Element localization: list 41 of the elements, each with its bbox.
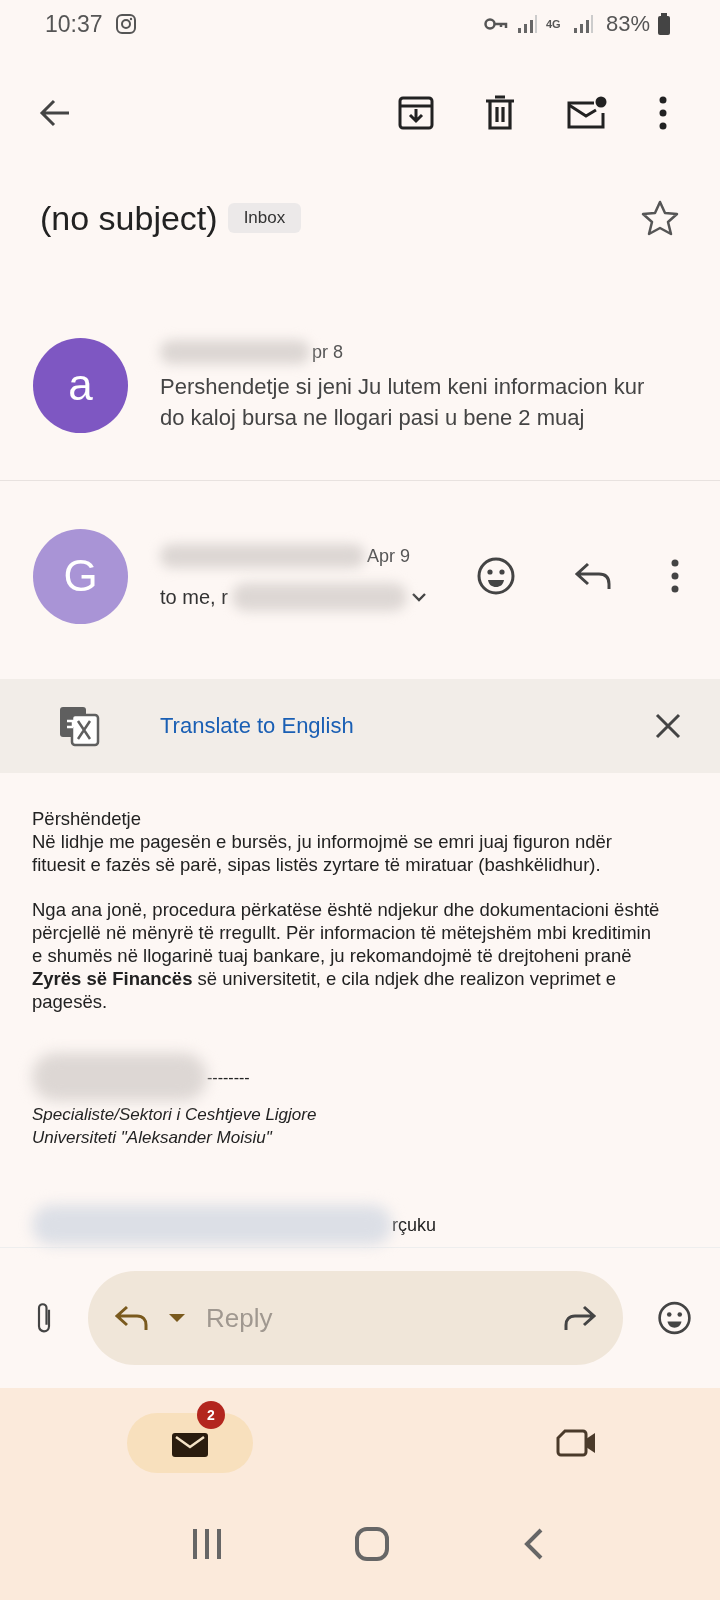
battery-icon bbox=[658, 13, 670, 35]
reply-icon[interactable] bbox=[114, 1304, 150, 1332]
caret-icon[interactable] bbox=[168, 1313, 186, 1323]
unread-badge: 2 bbox=[197, 1401, 225, 1429]
battery-percent: 83% bbox=[605, 11, 650, 37]
email-paragraph: Në lidhje me pagesën e bursës, ju informojmë se emri juaj figuron ndër fituesit e fazës së parë, sipas listës zyrtare të miratuar (bashkëlidhur). bbox=[32, 830, 613, 876]
inbox-label: Inbox bbox=[227, 203, 302, 233]
close-icon[interactable] bbox=[654, 712, 682, 740]
status-time: 10:37 bbox=[45, 10, 103, 38]
recipients-text: to me, r bbox=[160, 585, 228, 609]
message-snippet: Pershendetje si jeni Ju lutem keni informacion kur do kaloj bursa ne llogari pasi u bene 2 muaj bbox=[160, 373, 646, 432]
signal-icon bbox=[571, 14, 594, 34]
home-icon[interactable] bbox=[354, 1526, 391, 1562]
signal-icon bbox=[515, 14, 538, 34]
emoji-icon[interactable] bbox=[476, 556, 516, 596]
footer-text: rçuku bbox=[392, 1213, 436, 1237]
archive-icon[interactable] bbox=[398, 95, 434, 131]
signature-rule: -------- bbox=[207, 1067, 250, 1088]
email-paragraph: Nga ana jonë, procedura përkatëse është ndjekur dhe dokumentacioni është përcjellë në mënyrë të rregullt. Për informacion të mëtejshëm mbi kreditimin e shumës në llogarinë tuaj bankare, ju rekomandojmë të drejtoheni pranë Zyrës së Financës së universitetit, e cila ndjek dhe realizon veprimet e pagesës. bbox=[32, 898, 661, 1013]
more-icon[interactable] bbox=[670, 559, 680, 593]
chevron-down-icon[interactable] bbox=[410, 592, 427, 602]
translate-icon[interactable] bbox=[58, 705, 100, 747]
translate-link[interactable]: Translate to English bbox=[160, 713, 354, 739]
sender-avatar[interactable]: a bbox=[33, 337, 128, 433]
back-arrow-icon[interactable] bbox=[38, 98, 72, 128]
trash-icon[interactable] bbox=[484, 95, 516, 131]
mail-unread-icon[interactable] bbox=[566, 95, 608, 131]
sender-avatar[interactable]: G bbox=[33, 528, 128, 624]
email-greeting: Përshëndetje bbox=[32, 807, 143, 830]
email-subject: (no subject) bbox=[40, 198, 218, 238]
key-icon bbox=[483, 17, 508, 31]
reply-field[interactable]: Reply bbox=[204, 1301, 543, 1335]
star-icon[interactable] bbox=[640, 199, 680, 237]
signature-line: Specialiste/Sektori i Ceshtjeve Ligjore bbox=[32, 1104, 318, 1126]
message-date: Apr 9 bbox=[367, 545, 411, 567]
reply-icon[interactable] bbox=[574, 561, 612, 591]
signature-line: Universiteti "Aleksander Moisiu" bbox=[32, 1127, 274, 1149]
more-icon[interactable] bbox=[658, 96, 668, 130]
camera-app-icon bbox=[114, 13, 137, 35]
message-date: pr 8 bbox=[312, 341, 344, 363]
network-type: 4G bbox=[545, 18, 562, 30]
